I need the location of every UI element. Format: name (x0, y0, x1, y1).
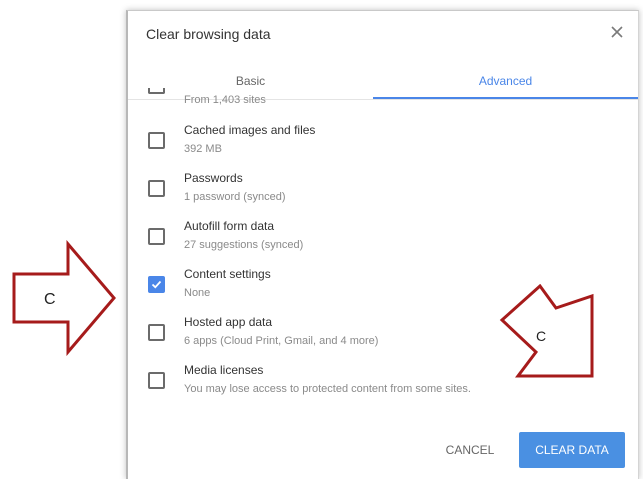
checkbox[interactable] (148, 180, 165, 197)
item-sublabel: None (184, 287, 211, 299)
item-label: Autofill form data (184, 219, 275, 233)
clear-data-button[interactable]: CLEAR DATA (519, 432, 625, 468)
item-label: Media licenses (184, 363, 264, 377)
item-sublabel: From 1,403 sites (184, 94, 266, 106)
item-sublabel: 392 MB (184, 143, 222, 155)
list-item-passwords[interactable]: Passwords 1 password (synced) (128, 169, 638, 217)
checkmark-icon (151, 280, 162, 289)
annotation-letter: C (44, 291, 56, 308)
list-item-autofill[interactable]: Autofill form data 27 suggestions (synce… (128, 217, 638, 265)
checkbox-checked[interactable] (148, 276, 165, 293)
item-label: Cached images and files (184, 123, 316, 137)
checkbox[interactable] (148, 88, 165, 94)
item-label: Hosted app data (184, 315, 273, 329)
dialog-title: Clear browsing data (146, 26, 271, 42)
cancel-button[interactable]: CANCEL (433, 433, 507, 467)
clear-browsing-data-dialog: Clear browsing data Basic Advanced From … (126, 10, 639, 479)
annotation-letter: C (536, 328, 547, 344)
close-icon[interactable] (606, 21, 628, 43)
item-sublabel: 27 suggestions (synced) (184, 239, 304, 251)
checkbox[interactable] (148, 228, 165, 245)
item-label: Passwords (184, 171, 243, 185)
item-sublabel: 6 apps (Cloud Print, Gmail, and 4 more) (184, 335, 379, 347)
list-item-cached-images[interactable]: Cached images and files 392 MB (128, 121, 638, 169)
item-sublabel: 1 password (synced) (184, 191, 286, 203)
item-sublabel: You may lose access to protected content… (184, 383, 471, 395)
checkbox[interactable] (148, 132, 165, 149)
checkbox[interactable] (148, 372, 165, 389)
item-label: Content settings (184, 267, 271, 281)
annotation-arrow-right-icon (12, 240, 116, 356)
checkbox[interactable] (148, 324, 165, 341)
